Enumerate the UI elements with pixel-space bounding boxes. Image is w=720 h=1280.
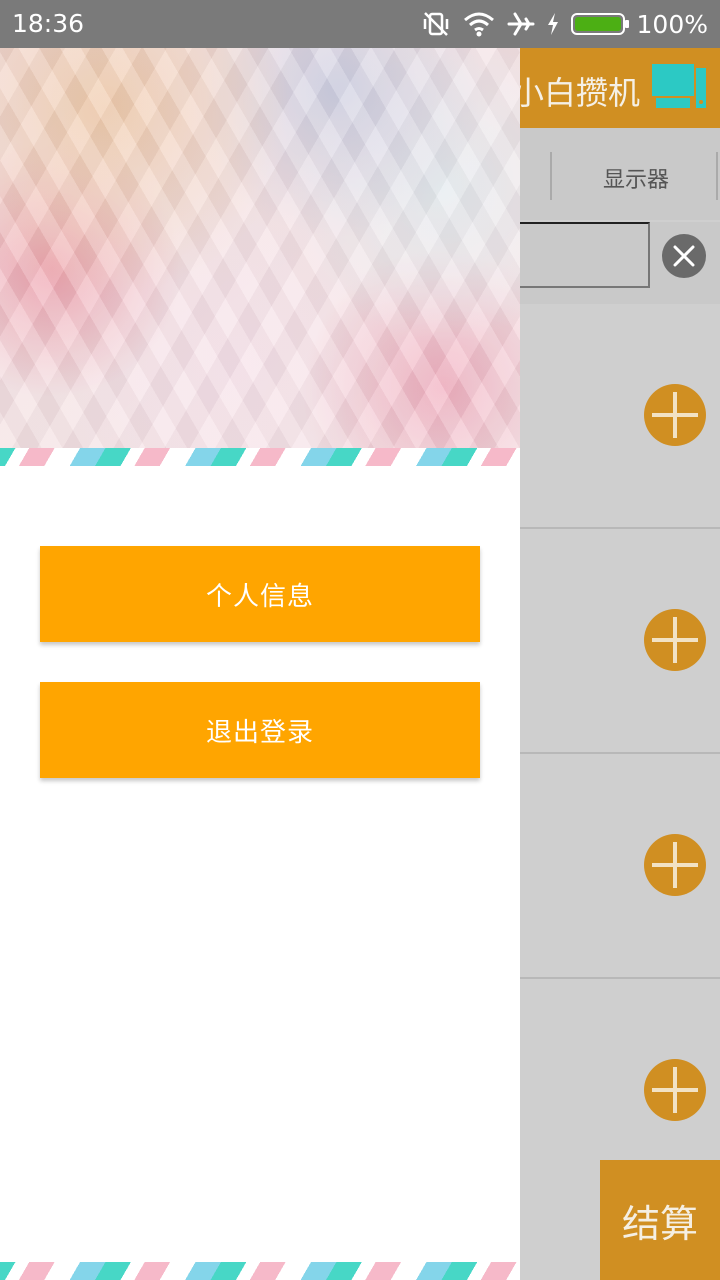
status-time: 18:36 [12,9,85,38]
add-button[interactable] [644,609,706,671]
checkout-button[interactable]: 结算 [600,1160,720,1280]
profile-button[interactable]: 个人信息 [40,546,480,642]
tab-divider [550,152,552,200]
status-icons: 100% [421,8,708,40]
computer-icon [652,64,706,112]
app-title: 小白攒机 [511,74,640,112]
airplane-icon [507,11,535,37]
logout-button[interactable]: 退出登录 [40,682,480,778]
clear-button[interactable] [662,234,706,278]
add-button[interactable] [644,384,706,446]
battery-percent: 100% [636,9,708,39]
add-button[interactable] [644,1059,706,1121]
airmail-stripe [0,448,520,466]
drawer-header-image [0,48,520,448]
battery-fill [574,17,621,31]
charging-icon [547,13,559,35]
navigation-drawer: 个人信息 退出登录 [0,48,520,1280]
vibrate-off-icon [421,11,451,37]
wifi-icon [463,11,495,37]
close-icon [673,245,695,267]
tab-divider [716,152,718,200]
battery-icon [570,13,629,35]
status-bar: 18:36 100% [0,0,720,48]
airmail-stripe [0,1262,520,1280]
tab-monitor[interactable]: 显示器 [556,162,716,194]
add-button[interactable] [644,834,706,896]
